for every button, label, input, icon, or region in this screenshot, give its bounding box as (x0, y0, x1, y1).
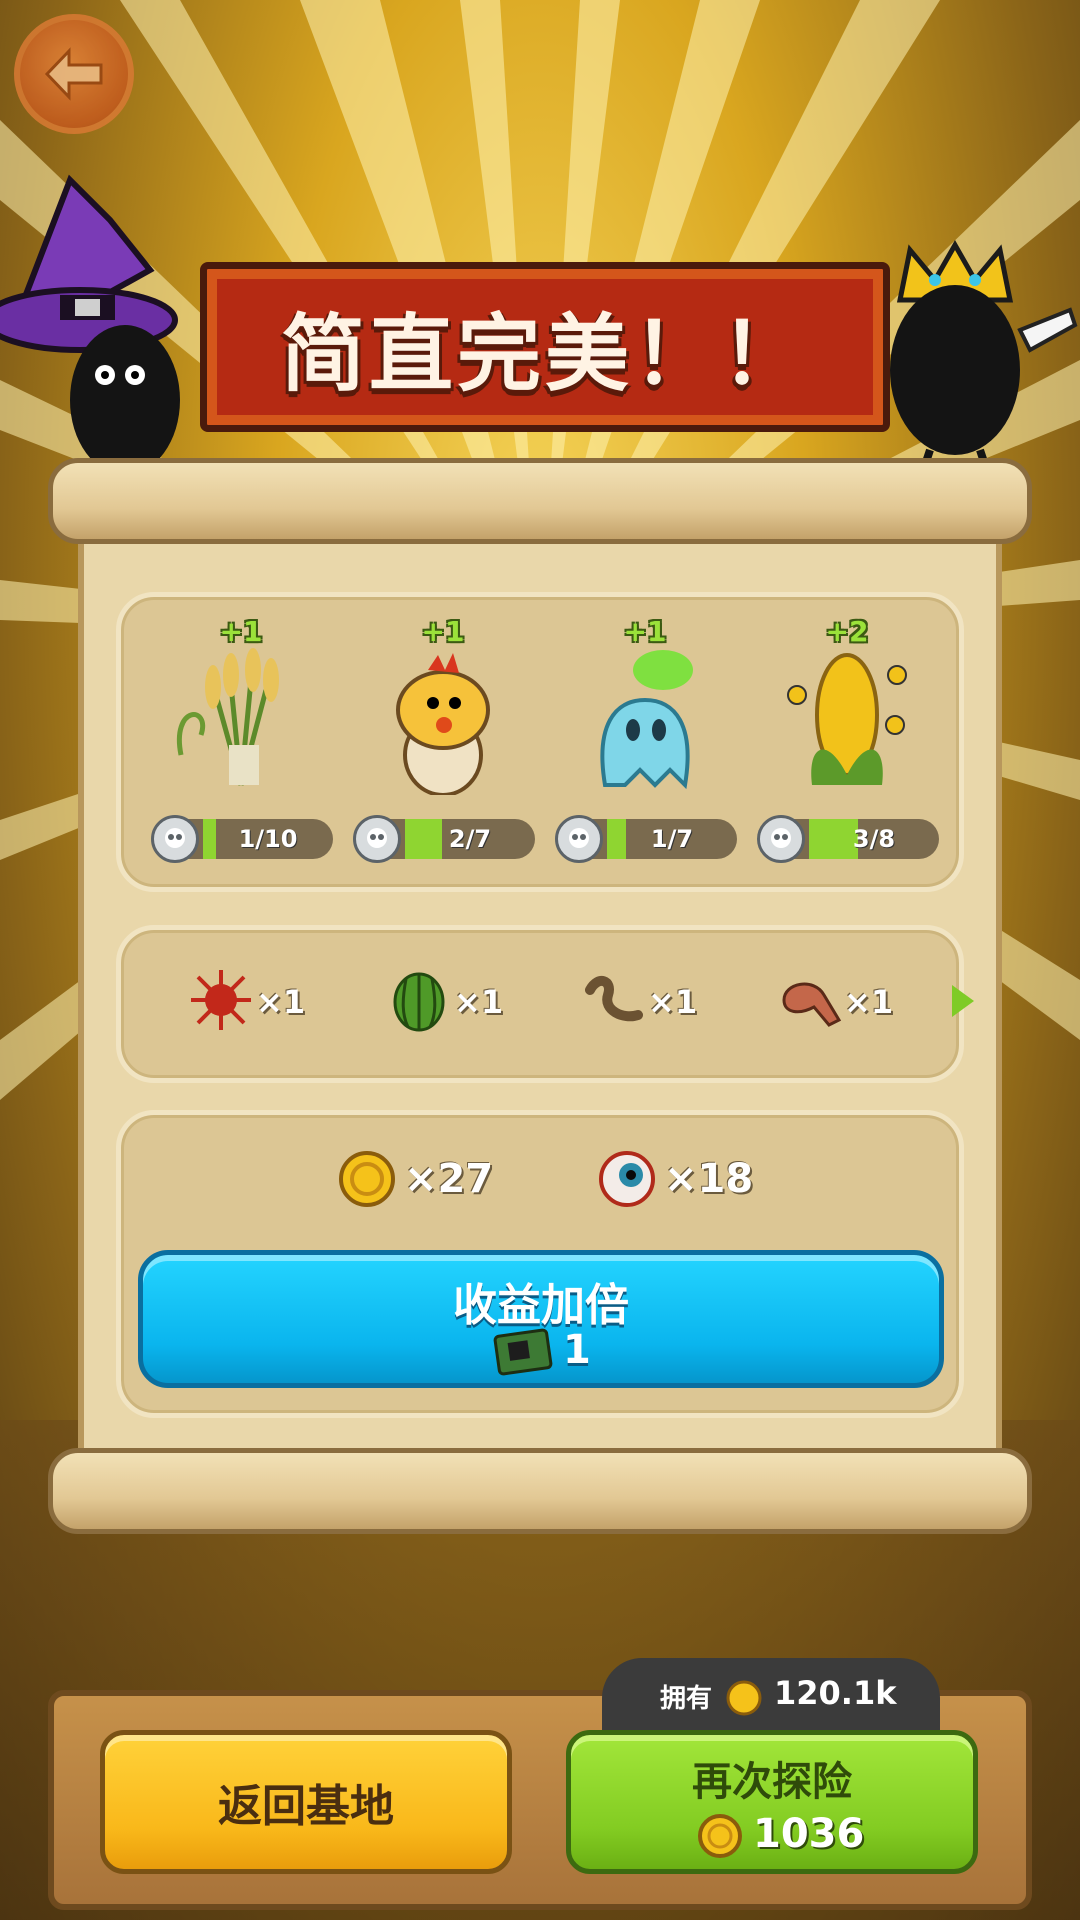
explore-again-label: 再次探险 (692, 1759, 852, 1805)
item-count: ×1 (844, 983, 894, 1021)
gold-coin-icon (726, 1680, 762, 1716)
skull-icon (757, 815, 805, 863)
explore-again-button[interactable]: 再次探险 1036 (566, 1730, 978, 1874)
owned-label: 拥有 (660, 1684, 713, 1714)
item-count: ×1 (454, 983, 504, 1021)
result-banner: 简直完美！！ (200, 262, 890, 432)
double-reward-cost-value: 1 (563, 1327, 591, 1373)
rice-plant-icon (176, 648, 279, 786)
owned-value: 120.1k (774, 1674, 897, 1712)
creature-progress-text: 3/8 (852, 825, 896, 853)
creature-card-rice[interactable]: +1 1/10 (141, 597, 341, 897)
double-reward-button[interactable]: 收益加倍 1 (138, 1250, 944, 1388)
item-worm[interactable]: ×1 (578, 965, 698, 1045)
king-creature-icon (890, 240, 1078, 480)
skull-icon (353, 815, 401, 863)
reward-count: ×27 (404, 1156, 494, 1202)
ghost-radish-icon (600, 650, 693, 790)
back-arrow-icon (44, 47, 103, 101)
explore-again-cost: 1036 (753, 1811, 865, 1857)
eyeball-icon (599, 1151, 655, 1207)
reward-coins: ×27 (338, 1150, 498, 1220)
item-watermelon[interactable]: ×1 (384, 965, 504, 1045)
return-base-label: 返回基地 (218, 1781, 394, 1832)
item-drumstick[interactable]: ×1 (774, 965, 894, 1045)
double-reward-label: 收益加倍 (453, 1280, 629, 1331)
double-reward-cost: 1 (493, 1327, 643, 1377)
items-next-arrow-icon[interactable] (952, 985, 974, 1017)
banner-title: 简直完美！！ (280, 304, 809, 403)
item-count: ×1 (256, 983, 306, 1021)
ad-ticket-icon (493, 1328, 553, 1376)
creatures-panel: +1 1/10 +1 2/7 +1 1/7 +2 3/8 (116, 592, 964, 892)
creature-progress-text: 2/7 (448, 825, 492, 853)
skull-icon (151, 815, 199, 863)
creature-progress-text: 1/10 (238, 825, 298, 853)
creature-card-chick[interactable]: +1 2/7 (343, 597, 543, 897)
back-button[interactable] (14, 14, 134, 134)
worm-icon (585, 976, 643, 1022)
return-base-button[interactable]: 返回基地 (100, 1730, 512, 1874)
item-count: ×1 (648, 983, 698, 1021)
creature-progress-text: 1/7 (650, 825, 694, 853)
scroll-rod-top (48, 458, 1032, 544)
creature-plus: +1 (623, 615, 667, 648)
item-urchin[interactable]: ×1 (186, 965, 306, 1045)
chick-egg-icon (396, 653, 490, 795)
witch-creature-icon (0, 174, 180, 490)
gold-coin-icon (339, 1151, 395, 1207)
creature-card-corn[interactable]: +2 3/8 (747, 597, 947, 897)
creature-plus: +2 (825, 615, 869, 648)
gold-coin-icon (698, 1814, 742, 1858)
reward-eyeballs: ×18 (598, 1150, 778, 1220)
corn-icon (787, 653, 907, 785)
creature-card-ghost[interactable]: +1 1/7 (545, 597, 745, 897)
skull-icon (555, 815, 603, 863)
creature-plus: +1 (421, 615, 465, 648)
drumstick-icon (782, 982, 842, 1027)
scroll-rod-bottom (48, 1448, 1032, 1534)
owned-coins-display: 拥有 120.1k (602, 1658, 940, 1740)
reward-count: ×18 (664, 1156, 754, 1202)
red-urchin-icon (191, 970, 251, 1030)
watermelon-icon (393, 972, 445, 1032)
creature-plus: +1 (219, 615, 263, 648)
